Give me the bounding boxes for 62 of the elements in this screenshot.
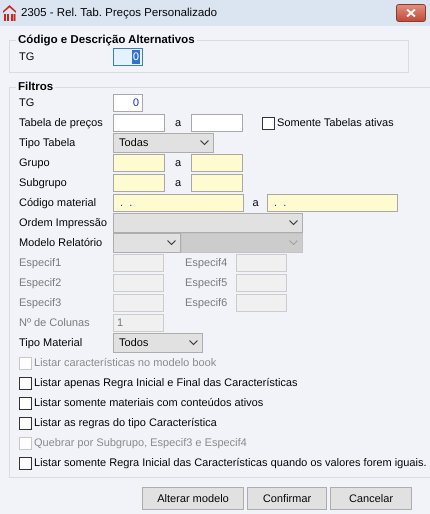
checkbox-label: Quebrar por Subgrupo, Especif3 e Especif4 xyxy=(34,437,247,449)
group-title: Filtros xyxy=(17,81,54,93)
range-separator: a xyxy=(174,157,182,169)
dropdown[interactable] xyxy=(113,233,181,253)
field-label: Tipo Material xyxy=(19,337,84,349)
range-separator: a xyxy=(174,177,182,189)
range-from-field[interactable] xyxy=(113,154,165,172)
field-label: Especif4 xyxy=(185,257,228,269)
dropdown[interactable]: Todos xyxy=(113,333,203,353)
field-value: 0 xyxy=(132,50,140,64)
chevron-down-icon xyxy=(189,340,198,346)
field-label: Código material xyxy=(19,197,98,209)
range-separator: a xyxy=(251,197,260,209)
checkbox[interactable] xyxy=(19,396,32,410)
tg-field[interactable]: 0 xyxy=(113,94,143,112)
checkbox[interactable] xyxy=(19,456,32,470)
checkbox[interactable] xyxy=(19,416,32,430)
dialog-button[interactable]: Alterar modelo xyxy=(142,487,244,510)
chevron-down-icon xyxy=(289,220,298,226)
field-label: Nº de Colunas xyxy=(19,317,91,329)
range-to-field[interactable] xyxy=(191,114,243,132)
field-label: Especif5 xyxy=(185,277,228,289)
range-separator: a xyxy=(174,117,182,129)
field-label: TG xyxy=(19,97,36,109)
field-label: Especif2 xyxy=(19,277,62,289)
field-label: Modelo Relatório xyxy=(19,237,104,249)
dropdown[interactable] xyxy=(113,213,303,233)
field-label: Grupo xyxy=(19,157,51,169)
field-label: Subgrupo xyxy=(19,177,68,189)
checkbox-label: Listar as regras do tipo Característica xyxy=(34,417,217,429)
close-button[interactable] xyxy=(396,4,426,22)
field-label: Especif1 xyxy=(19,257,62,269)
range-from-field[interactable]: . . xyxy=(113,194,244,212)
dialog-button[interactable]: Confirmar xyxy=(247,487,327,510)
checkbox-label: Listar somente Regra Inicial das Características quando os valores forem iguais. xyxy=(34,457,427,469)
checkbox[interactable] xyxy=(19,376,32,390)
range-to-field[interactable]: . . xyxy=(267,194,398,212)
field-label: TG xyxy=(19,51,36,63)
range-from-field[interactable] xyxy=(113,114,165,132)
checkbox[interactable] xyxy=(262,116,275,130)
field-label: Especif3 xyxy=(19,297,62,309)
range-to-field[interactable] xyxy=(191,154,243,172)
tg-field[interactable]: 0 xyxy=(113,48,143,66)
range-from-field[interactable] xyxy=(113,174,165,192)
checkbox-label: Listar somente materiais com conteúdos ativos xyxy=(34,397,264,409)
chevron-down-icon xyxy=(289,240,298,246)
checkbox-label: Listar características no modelo book xyxy=(34,357,216,369)
dropdown[interactable]: Todas xyxy=(113,133,214,153)
app-logo-icon xyxy=(3,5,16,21)
field-label: Tipo Tabela xyxy=(19,137,76,149)
close-icon xyxy=(406,9,416,17)
field-label: Ordem Impressão xyxy=(19,217,108,229)
chevron-down-icon xyxy=(167,240,176,246)
dialog-button[interactable]: Cancelar xyxy=(330,487,412,510)
range-to-field[interactable] xyxy=(191,174,243,192)
window-title: 2305 - Rel. Tab. Preços Personalizado xyxy=(21,7,218,19)
field-label: Tabela de preços xyxy=(19,117,104,129)
checkbox-label: Somente Tabelas ativas xyxy=(277,117,394,129)
field-label: Especif6 xyxy=(185,297,228,309)
checkbox-label: Listar apenas Regra Inicial e Final das Características xyxy=(34,377,298,389)
group-title: Código e Descrição Alternativos xyxy=(17,34,196,46)
chevron-down-icon xyxy=(200,140,209,146)
